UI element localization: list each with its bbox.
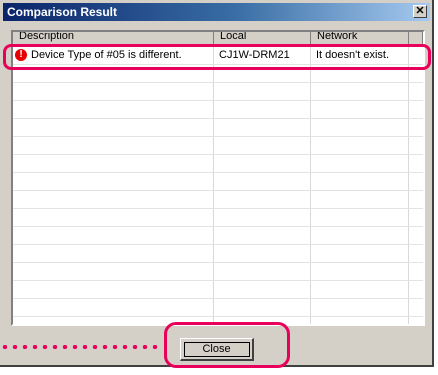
grid-line [13, 226, 423, 227]
grid-line [13, 172, 423, 173]
button-highlight-annotation [164, 322, 290, 368]
grid-line [13, 118, 423, 119]
grid-line [13, 100, 423, 101]
close-icon[interactable]: ✕ [413, 5, 427, 18]
grid-line [13, 82, 423, 83]
column-divider [408, 46, 409, 324]
grid-line [13, 280, 423, 281]
grid-line [13, 316, 423, 317]
grid-line [13, 244, 423, 245]
column-divider [310, 46, 311, 324]
window-title: Comparison Result [7, 5, 118, 19]
column-divider [213, 46, 214, 324]
row-highlight-annotation [3, 44, 431, 70]
grid-line [13, 262, 423, 263]
grid-line [13, 208, 423, 209]
stage: Comparison Result ✕ Description Local Ne… [0, 0, 438, 375]
grid-line [13, 154, 423, 155]
grid-line [13, 136, 423, 137]
dotted-pointer-line [0, 345, 160, 349]
comparison-list[interactable]: Description Local Network ! Device Type … [11, 30, 425, 326]
grid-line [13, 298, 423, 299]
title-bar[interactable]: Comparison Result ✕ [3, 3, 430, 21]
grid-line [13, 190, 423, 191]
